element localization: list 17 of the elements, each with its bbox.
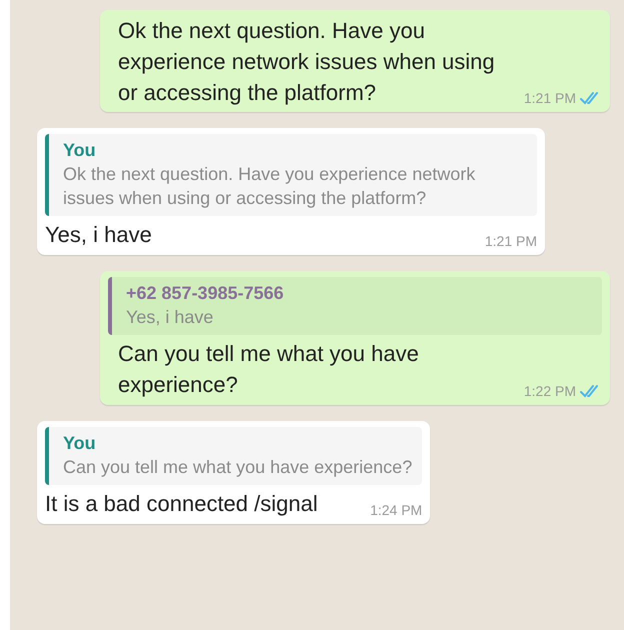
message-text: Ok the next question. Have you experience network issues when using or accessing the platform? (117, 17, 496, 107)
quoted-message[interactable]: You Can you tell me what you have experience? (45, 426, 422, 486)
message-time: 1:21 PM (524, 90, 576, 106)
message-time: 1:24 PM (370, 502, 422, 518)
message-text: Yes, i have (45, 221, 153, 250)
quoted-message[interactable]: You Ok the next question. Have you experience network issues when using or accessing the platform? (45, 134, 537, 216)
quote-text: Ok the next question. Have you experience network issues when using or accessing the platform? (63, 163, 476, 210)
quote-text: Can you tell me what you have experience? (63, 456, 412, 479)
quote-text: Yes, i have (126, 306, 214, 329)
message-text: Can you tell me what you have experience? (117, 340, 420, 400)
message-time: 1:21 PM (484, 232, 537, 249)
quote-author: +62 857-3985-7566 (126, 282, 285, 304)
quote-author: You (63, 140, 97, 162)
quote-author: You (63, 432, 97, 454)
message-time: 1:22 PM (524, 382, 576, 399)
quoted-message[interactable]: +62 857-3985-7566 Yes, i have (108, 276, 602, 336)
message-text: It is a bad connected /signal (45, 490, 319, 518)
